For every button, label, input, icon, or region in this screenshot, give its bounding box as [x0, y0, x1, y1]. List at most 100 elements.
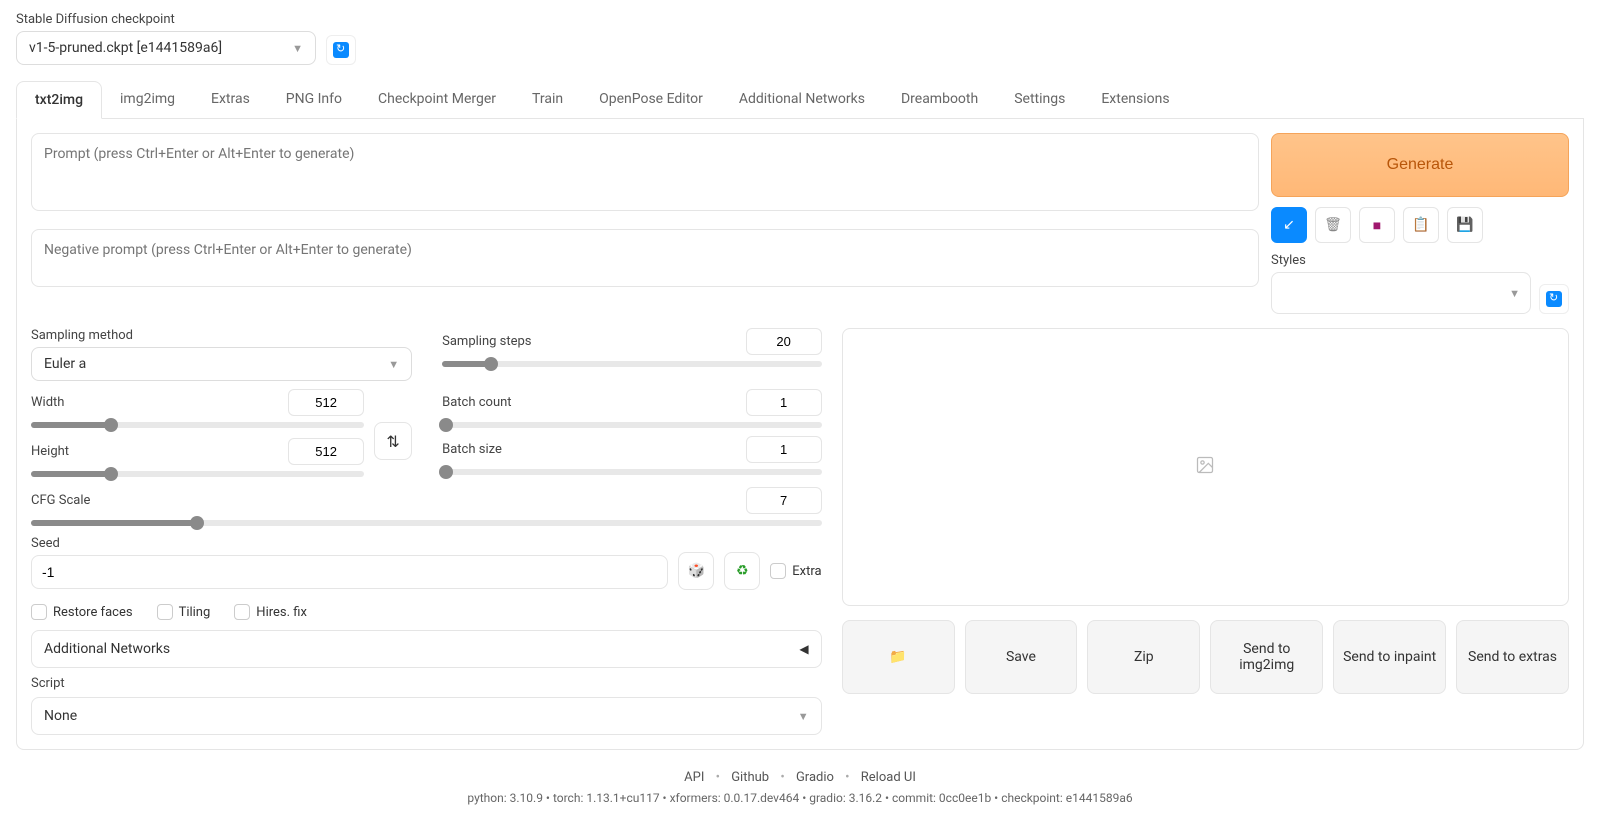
refresh-icon [333, 42, 349, 58]
output-preview [842, 328, 1569, 606]
paste-button[interactable]: 📋 [1403, 207, 1439, 243]
tab-settings[interactable]: Settings [996, 81, 1083, 118]
save-button[interactable]: Save [965, 620, 1078, 694]
extra-seed-checkbox[interactable]: Extra [770, 563, 821, 579]
script-value: None [44, 708, 77, 724]
footer-link-reload-ui[interactable]: Reload UI [861, 770, 916, 785]
extra-label: Extra [792, 564, 821, 579]
sampling-method-label: Sampling method [31, 328, 412, 343]
refresh-checkpoint-button[interactable] [326, 35, 356, 65]
seed-label: Seed [31, 536, 668, 551]
footer-link-gradio[interactable]: Gradio [796, 770, 834, 785]
send-img2img-button[interactable]: Send to img2img [1210, 620, 1323, 694]
width-label: Width [31, 395, 64, 410]
checkpoint-value: v1-5-pruned.ckpt [e1441589a6] [29, 40, 222, 56]
script-select[interactable]: None ▼ [31, 697, 822, 735]
checkpoint-select[interactable]: v1-5-pruned.ckpt [e1441589a6] ▼ [16, 31, 316, 65]
batch-size-input[interactable] [746, 436, 822, 463]
styles-label: Styles [1271, 253, 1569, 268]
arrow-icon: ↙ [1283, 217, 1295, 233]
hires-label: Hires. fix [256, 605, 307, 620]
main-tabs: txt2imgimg2imgExtrasPNG InfoCheckpoint M… [16, 81, 1584, 119]
tab-extensions[interactable]: Extensions [1083, 81, 1187, 118]
batch-count-slider[interactable] [442, 422, 822, 428]
refresh-styles-button[interactable] [1539, 284, 1569, 314]
interrogate-button[interactable]: ↙ [1271, 207, 1307, 243]
seed-input[interactable] [31, 555, 668, 589]
sampling-steps-slider[interactable] [442, 361, 822, 367]
footer-links: API • Github • Gradio • Reload UI [16, 770, 1584, 785]
checkbox-box [31, 604, 47, 620]
dice-icon: 🎲 [688, 563, 705, 579]
folder-icon: 📁 [889, 649, 906, 665]
bookmark-icon: ■ [1373, 217, 1381, 234]
tab-checkpoint-merger[interactable]: Checkpoint Merger [360, 81, 514, 118]
reuse-seed-button[interactable]: ♻ [724, 552, 760, 590]
tab-extras[interactable]: Extras [193, 81, 268, 118]
restore-faces-label: Restore faces [53, 605, 133, 620]
clear-button[interactable]: 🗑 [1315, 207, 1351, 243]
triangle-left-icon: ◀ [799, 642, 808, 656]
save-style-button[interactable]: 💾 [1447, 207, 1483, 243]
chevron-down-icon: ▼ [798, 710, 809, 723]
checkbox-box [157, 604, 173, 620]
batch-size-label: Batch size [442, 442, 502, 457]
sampling-method-value: Euler a [44, 356, 86, 372]
recycle-icon: ♻ [736, 563, 749, 579]
cfg-slider[interactable] [31, 520, 822, 526]
tab-dreambooth[interactable]: Dreambooth [883, 81, 996, 118]
hires-fix-checkbox[interactable]: Hires. fix [234, 604, 307, 620]
clipboard-icon: 📋 [1412, 217, 1429, 233]
restore-faces-checkbox[interactable]: Restore faces [31, 604, 133, 620]
generate-button[interactable]: Generate [1271, 133, 1569, 197]
send-inpaint-button[interactable]: Send to inpaint [1333, 620, 1446, 694]
batch-count-label: Batch count [442, 395, 511, 410]
height-input[interactable] [288, 438, 364, 465]
swap-dimensions-button[interactable]: ⇅ [374, 422, 412, 460]
random-seed-button[interactable]: 🎲 [678, 552, 714, 590]
tab-train[interactable]: Train [514, 81, 581, 118]
accordion-label: Additional Networks [44, 641, 170, 657]
swap-icon: ⇅ [386, 432, 399, 451]
tab-additional-networks[interactable]: Additional Networks [721, 81, 883, 118]
width-input[interactable] [288, 389, 364, 416]
height-slider[interactable] [31, 471, 364, 477]
chevron-down-icon: ▼ [388, 358, 399, 371]
styles-select[interactable]: ▼ [1271, 272, 1531, 314]
image-placeholder-icon [1195, 455, 1215, 480]
version-info: python: 3.10.9 • torch: 1.13.1+cu117 • x… [16, 791, 1584, 805]
sampling-steps-label: Sampling steps [442, 334, 531, 349]
open-folder-button[interactable]: 📁 [842, 620, 955, 694]
style-apply-button[interactable]: ■ [1359, 207, 1395, 243]
send-extras-button[interactable]: Send to extras [1456, 620, 1569, 694]
tab-png-info[interactable]: PNG Info [268, 81, 360, 118]
chevron-down-icon: ▼ [1509, 287, 1520, 300]
prompt-input[interactable] [31, 133, 1259, 211]
footer-link-api[interactable]: API [684, 770, 704, 785]
batch-size-slider[interactable] [442, 469, 822, 475]
chevron-down-icon: ▼ [292, 42, 303, 55]
tab-openpose-editor[interactable]: OpenPose Editor [581, 81, 721, 118]
batch-count-input[interactable] [746, 389, 822, 416]
negative-prompt-input[interactable] [31, 229, 1259, 287]
sampling-method-select[interactable]: Euler a ▼ [31, 347, 412, 381]
zip-button[interactable]: Zip [1087, 620, 1200, 694]
tiling-label: Tiling [179, 605, 211, 620]
script-label: Script [31, 676, 822, 691]
checkpoint-label: Stable Diffusion checkpoint [16, 12, 316, 27]
cfg-label: CFG Scale [31, 493, 90, 508]
width-slider[interactable] [31, 422, 364, 428]
trash-icon: 🗑 [1324, 217, 1342, 233]
refresh-icon [1546, 291, 1562, 307]
sampling-steps-input[interactable] [746, 328, 822, 355]
checkbox-box [234, 604, 250, 620]
tab-txt2img[interactable]: txt2img [16, 81, 102, 119]
cfg-input[interactable] [746, 487, 822, 514]
tiling-checkbox[interactable]: Tiling [157, 604, 211, 620]
save-icon: 💾 [1456, 217, 1473, 233]
footer-link-github[interactable]: Github [731, 770, 769, 785]
checkbox-box [770, 563, 786, 579]
height-label: Height [31, 444, 69, 459]
tab-img2img[interactable]: img2img [102, 81, 193, 118]
additional-networks-accordion[interactable]: Additional Networks ◀ [31, 630, 822, 668]
